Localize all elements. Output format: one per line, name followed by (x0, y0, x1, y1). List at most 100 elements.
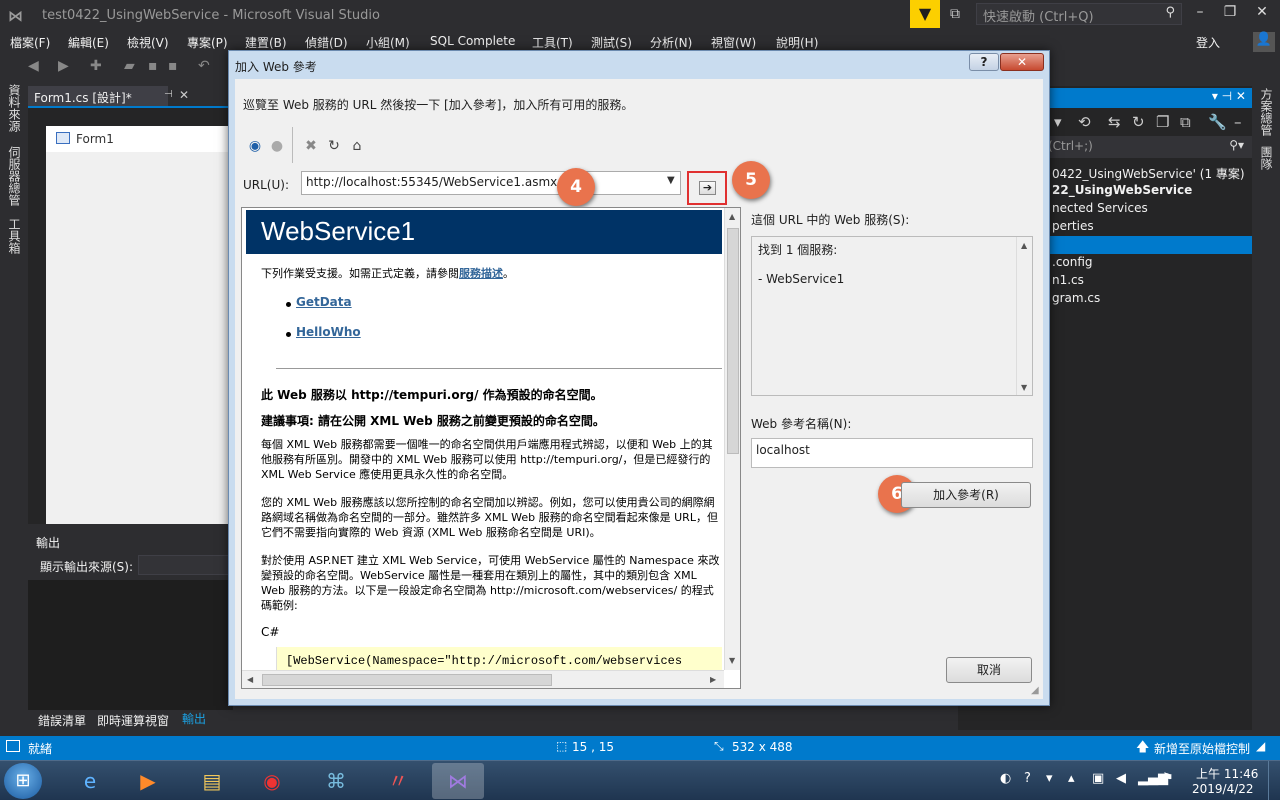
usb-icon[interactable]: ▣ (1092, 771, 1104, 786)
scroll-right-icon[interactable]: ▶ (710, 675, 716, 684)
operation-link-getdata[interactable]: GetData (296, 295, 352, 309)
chevron-down-icon[interactable]: ▼ (667, 175, 675, 186)
menu-edit[interactable]: 編輯(E) (68, 34, 109, 51)
restore-icon[interactable]: ❐ (1218, 4, 1242, 24)
refresh-icon[interactable]: ↻ (1132, 113, 1145, 131)
scroll-down-icon[interactable]: ▼ (1021, 383, 1027, 392)
side-tab-data-sources[interactable]: 資料來源 (6, 84, 21, 132)
clock-time[interactable]: 上午 11:46 (1196, 765, 1258, 782)
chrome-icon[interactable]: ◉ (246, 763, 298, 799)
pin-icon[interactable]: ⊣ (164, 89, 173, 100)
vertical-scrollbar[interactable]: ▲ ▼ (1016, 237, 1032, 395)
internet-explorer-icon[interactable]: e (64, 763, 116, 799)
back-icon[interactable]: ◀ (28, 58, 39, 74)
media-player-icon[interactable]: ▶ (122, 763, 174, 799)
app-icon[interactable]: 〃 (372, 763, 424, 799)
close-icon[interactable]: ✕ (1250, 4, 1274, 24)
sign-in-link[interactable]: 登入 (1196, 34, 1220, 51)
tab-form1-design[interactable]: Form1.cs [設計]* ⊣ ✕ (28, 86, 189, 106)
services-list[interactable]: 找到 1 個服務: - WebService1 ▲ ▼ (751, 236, 1033, 396)
tab-error-list[interactable]: 錯誤清單 (38, 712, 86, 729)
collapse-icon[interactable]: ❐ (1156, 113, 1169, 131)
resize-grip-icon[interactable]: ◢ (1031, 685, 1039, 696)
show-hidden-icon[interactable]: ▴ (1068, 771, 1075, 786)
horizontal-scrollbar[interactable]: ◀ ▶ (242, 670, 724, 688)
new-project-icon[interactable]: ✚ (90, 58, 102, 74)
menu-window[interactable]: 視窗(W) (711, 34, 756, 51)
action-center-icon[interactable]: ⚑ (1162, 771, 1174, 786)
operation-link-hellowho[interactable]: HelloWho (296, 325, 361, 339)
network-app-icon[interactable]: ⌘ (310, 763, 362, 799)
vertical-scrollbar[interactable]: ▲ ▼ (724, 208, 740, 670)
close-button[interactable]: ✕ (1000, 53, 1044, 71)
side-tab-team[interactable]: 團隊 (1258, 146, 1273, 170)
refresh-icon[interactable]: ↻ (325, 138, 343, 156)
service-description-link[interactable]: 服務描述 (459, 267, 503, 280)
menu-file[interactable]: 檔案(F) (10, 34, 50, 51)
history-icon[interactable]: ⟲ (1078, 113, 1091, 131)
scrollbar-thumb[interactable] (262, 674, 552, 686)
add-to-source-control[interactable]: 新增至原始檔控制 (1154, 740, 1250, 757)
menu-sql-complete[interactable]: SQL Complete (430, 34, 515, 48)
help-button[interactable]: ? (969, 53, 999, 71)
output-source-select[interactable] (138, 555, 233, 575)
feedback-icon[interactable]: ⧉ (950, 6, 960, 22)
account-icon[interactable]: 👤 (1253, 32, 1275, 52)
side-tab-solution-explorer[interactable]: 方案總管 (1258, 88, 1273, 136)
menu-debug[interactable]: 偵錯(D) (305, 34, 348, 51)
web-reference-name-input[interactable]: localhost (751, 438, 1033, 468)
menu-test[interactable]: 測試(S) (591, 34, 632, 51)
notifications-icon[interactable]: ◢ (1256, 739, 1265, 753)
scroll-left-icon[interactable]: ◀ (247, 675, 253, 684)
menu-analyze[interactable]: 分析(N) (650, 34, 692, 51)
menu-help[interactable]: 說明(H) (776, 34, 818, 51)
scroll-down-icon[interactable]: ▼ (729, 656, 735, 665)
chevron-icon[interactable]: ▾ (1054, 113, 1062, 131)
url-input[interactable]: http://localhost:55345/WebService1.asmx (301, 171, 681, 195)
menu-project[interactable]: 專案(P) (187, 34, 228, 51)
save-all-icon[interactable]: ▪ (168, 58, 178, 74)
add-reference-button[interactable]: 加入參考(R) (901, 482, 1031, 508)
help-icon[interactable]: ? (1024, 771, 1031, 786)
tray-chevron-icon[interactable]: ▾ (1046, 771, 1053, 786)
go-button[interactable]: ➔ (687, 171, 727, 205)
scrollbar-thumb[interactable] (727, 228, 739, 454)
cancel-button[interactable]: 取消 (946, 657, 1032, 683)
undo-icon[interactable]: ↶ (198, 58, 210, 74)
close-icon[interactable]: ✕ (179, 88, 189, 102)
home-icon[interactable]: ⌂ (348, 138, 366, 156)
properties-icon[interactable]: 🔧 (1208, 113, 1227, 131)
scroll-up-icon[interactable]: ▲ (1021, 241, 1027, 250)
side-tab-toolbox[interactable]: 工具箱 (6, 218, 21, 254)
forward-icon[interactable]: ● (268, 138, 286, 156)
tab-immediate-window[interactable]: 即時運算視窗 (97, 712, 169, 729)
scroll-up-icon[interactable]: ▲ (729, 212, 735, 221)
panel-controls[interactable]: ▾ ⊣ ✕ (1212, 89, 1246, 103)
output-text-area[interactable] (28, 580, 233, 710)
sync-icon[interactable]: ⇆ (1108, 113, 1121, 131)
more-icon[interactable]: – (1234, 113, 1242, 131)
menu-view[interactable]: 檢視(V) (127, 34, 169, 51)
menu-build[interactable]: 建置(B) (245, 34, 287, 51)
clock-date[interactable]: 2019/4/22 (1192, 782, 1254, 796)
show-desktop-button[interactable] (1268, 761, 1280, 800)
side-tab-server-explorer[interactable]: 伺服器總管 (6, 146, 21, 206)
open-icon[interactable]: ▰ (124, 58, 135, 74)
stop-icon[interactable]: ✖ (302, 138, 320, 156)
web-browser-pane[interactable]: WebService1 下列作業受支援。如需正式定義，請參閱服務描述。 GetD… (241, 207, 741, 689)
volume-icon[interactable]: ◀ (1116, 771, 1126, 786)
back-icon[interactable]: ◉ (246, 138, 264, 156)
visual-studio-taskbar-icon[interactable]: ⋈ (432, 763, 484, 799)
filter-icon[interactable]: ▼ (910, 0, 940, 28)
forward-icon[interactable]: ▶ (58, 58, 69, 74)
file-explorer-icon[interactable]: ▤ (186, 763, 238, 799)
show-files-icon[interactable]: ⧉ (1180, 113, 1191, 131)
tray-app-icon[interactable]: ◐ (1000, 771, 1011, 786)
quick-launch-input[interactable]: 快速啟動 (Ctrl+Q) ⚲ (976, 3, 1182, 25)
minimize-icon[interactable]: – (1188, 4, 1212, 24)
form-preview[interactable]: Form1 (46, 126, 233, 524)
save-icon[interactable]: ▪ (148, 58, 158, 74)
tab-output[interactable]: 輸出 (178, 710, 211, 727)
publish-arrow-icon[interactable]: 🡅 (1136, 738, 1149, 760)
start-button[interactable]: ⊞ (4, 763, 42, 799)
